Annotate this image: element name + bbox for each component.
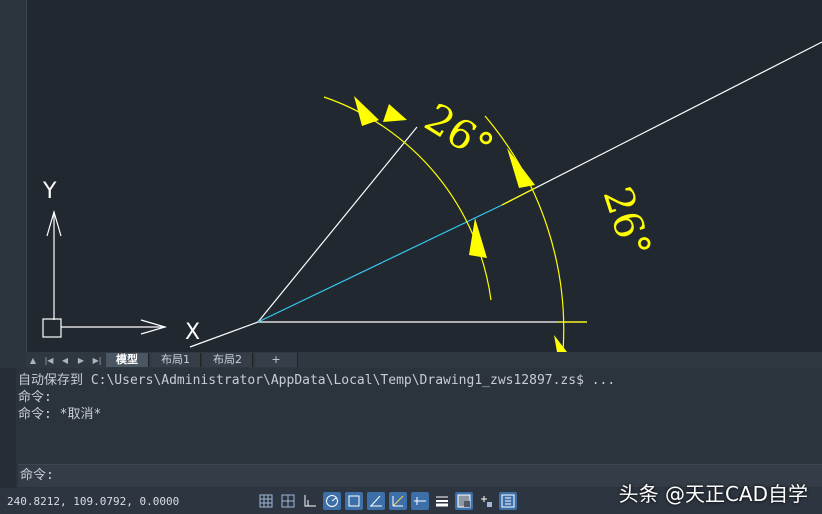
- snap-grid-icon[interactable]: [279, 492, 297, 510]
- arrowhead-2: [469, 218, 487, 258]
- tab-next-icon[interactable]: ▶: [74, 353, 88, 367]
- layout-tab-bar: ▲ |◀ ◀ ▶ ▶| 模型 布局1 布局2 +: [26, 352, 822, 368]
- command-history: 自动保存到 C:\Users\Administrator\AppData\Loc…: [18, 372, 822, 464]
- line-lower-extension: [189, 321, 259, 348]
- line-bisector-highlight: [257, 204, 503, 323]
- status-toolbar: [257, 492, 517, 510]
- tab-scroll-up-icon[interactable]: ▲: [26, 353, 40, 367]
- lineweight-icon[interactable]: [433, 492, 451, 510]
- arrowhead-1b: [383, 104, 407, 122]
- transparency-icon[interactable]: [455, 492, 473, 510]
- ucs-y-label: Y: [42, 179, 57, 204]
- drawing-canvas[interactable]: 26° 26° Y X: [27, 0, 822, 352]
- dimension-text-right: 26°: [594, 182, 660, 264]
- arrowhead-3: [507, 148, 535, 188]
- osnap-icon[interactable]: [345, 492, 363, 510]
- grid-icon[interactable]: [257, 492, 275, 510]
- watermark: 头条 @天正CAD自学: [618, 482, 808, 506]
- line-bisector: [501, 41, 822, 206]
- ucs-x-label: X: [185, 320, 200, 345]
- polar-icon[interactable]: [323, 492, 341, 510]
- command-history-line: 命令: *取消*: [18, 407, 102, 422]
- dimension-extension-line-2: [501, 187, 536, 206]
- tab-layout2[interactable]: 布局2: [203, 353, 253, 367]
- dynamic-ucs-icon[interactable]: [389, 492, 407, 510]
- ortho-icon[interactable]: [301, 492, 319, 510]
- dimension-arc-right: [484, 115, 565, 352]
- otrack-icon[interactable]: [367, 492, 385, 510]
- command-window-grip[interactable]: [0, 368, 16, 488]
- command-history-line: 命令:: [18, 390, 52, 405]
- tab-prev-icon[interactable]: ◀: [58, 353, 72, 367]
- annotation-monitor-icon[interactable]: [499, 492, 517, 510]
- dimension-text-left: 26°: [417, 95, 502, 172]
- dynamic-input-icon[interactable]: [411, 492, 429, 510]
- command-window: 自动保存到 C:\Users\Administrator\AppData\Loc…: [0, 368, 822, 488]
- coordinates-readout: 240.8212, 109.0792, 0.0000: [7, 494, 180, 508]
- command-history-line: 自动保存到 C:\Users\Administrator\AppData\Loc…: [18, 373, 616, 388]
- tab-model[interactable]: 模型: [106, 353, 149, 367]
- tab-layout1[interactable]: 布局1: [151, 353, 201, 367]
- tab-first-icon[interactable]: |◀: [42, 353, 56, 367]
- drawing-svg: 26° 26° Y X: [42, 41, 822, 352]
- tab-last-icon[interactable]: ▶|: [90, 353, 104, 367]
- line-upper: [257, 126, 418, 323]
- ucs-origin-box: [42, 318, 62, 338]
- arrowhead-4: [554, 335, 567, 352]
- left-strip: [0, 0, 27, 370]
- selection-cycling-icon[interactable]: [477, 492, 495, 510]
- tab-add-button[interactable]: +: [255, 353, 298, 367]
